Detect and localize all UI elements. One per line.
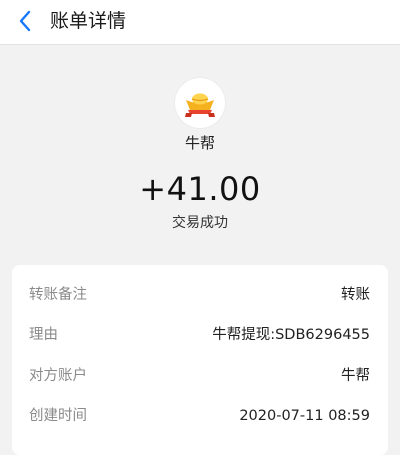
- gold-ingot-icon: [185, 93, 215, 117]
- detail-value: 牛帮提现:SDB6296455: [212, 327, 370, 343]
- detail-value: 牛帮: [341, 368, 370, 384]
- detail-label: 转账备注: [29, 287, 87, 303]
- transaction-summary: 牛帮 +41.00 交易成功: [0, 45, 400, 255]
- top-bar: 账单详情: [0, 0, 400, 44]
- detail-row-created-time: 创建时间 2020-07-11 08:59: [12, 404, 388, 428]
- details-card: 转账备注 转账 理由 牛帮提现:SDB6296455 对方账户 牛帮 创建时间 …: [12, 265, 388, 455]
- detail-row-remark: 转账备注 转账: [12, 283, 388, 307]
- merchant-avatar: [175, 78, 225, 128]
- detail-label: 理由: [29, 327, 58, 343]
- detail-label: 对方账户: [29, 368, 87, 384]
- detail-value: 转账: [341, 287, 370, 303]
- detail-value: 2020-07-11 08:59: [239, 408, 370, 424]
- detail-label: 创建时间: [29, 408, 87, 424]
- transaction-amount: +41.00: [139, 170, 261, 208]
- transaction-status: 交易成功: [172, 215, 228, 231]
- detail-row-counterparty: 对方账户 牛帮: [12, 364, 388, 388]
- page-title: 账单详情: [50, 10, 127, 32]
- back-button[interactable]: [10, 6, 40, 36]
- merchant-name: 牛帮: [184, 134, 215, 152]
- chevron-left-icon[interactable]: [18, 9, 32, 33]
- detail-row-reason: 理由 牛帮提现:SDB6296455: [12, 323, 388, 347]
